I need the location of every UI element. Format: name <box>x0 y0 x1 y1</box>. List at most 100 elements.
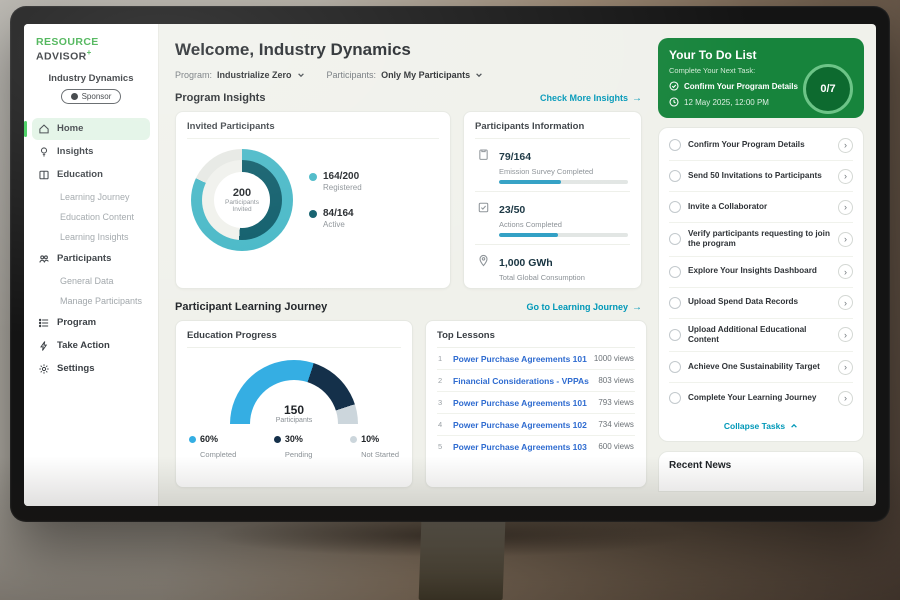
legend-label: Registered <box>323 183 362 192</box>
lesson-link[interactable]: Power Purchase Agreements 101 <box>453 354 587 364</box>
sidebar-item-manage-participants[interactable]: Manage Participants <box>32 291 150 311</box>
settings-icon <box>38 363 50 375</box>
participants-filter-dropdown[interactable]: Participants: Only My Participants <box>327 70 484 80</box>
check-more-insights-link[interactable]: Check More Insights → <box>540 93 642 104</box>
donut-center-label: 200 Participants Invited <box>214 172 270 228</box>
sidebar-item-program[interactable]: Program <box>32 312 150 334</box>
task-row[interactable]: Achieve One Sustainability Target › <box>669 352 853 383</box>
task-checkbox[interactable] <box>669 392 681 404</box>
sidebar-item-learning-insights[interactable]: Learning Insights <box>32 227 150 247</box>
recent-news-heading: Recent News <box>669 460 853 471</box>
sidebar-item-education[interactable]: Education <box>32 164 150 186</box>
todo-next-task-label: Confirm Your Program Details <box>684 82 798 91</box>
task-checkbox[interactable] <box>669 329 681 341</box>
legend-dot-completed <box>189 436 196 443</box>
task-label: Send 50 Invitations to Participants <box>688 171 831 181</box>
sidebar-item-settings[interactable]: Settings <box>32 358 150 380</box>
task-checkbox[interactable] <box>669 139 681 151</box>
task-checkbox[interactable] <box>669 297 681 309</box>
lesson-row: 1 Power Purchase Agreements 101 1000 vie… <box>437 348 635 370</box>
todo-panel: Your To Do List Complete Your Next Task:… <box>652 24 876 506</box>
stat-value: 23/50 <box>499 204 525 216</box>
task-checkbox[interactable] <box>669 361 681 373</box>
chevron-right-icon[interactable]: › <box>838 232 853 247</box>
task-row[interactable]: Verify participants requesting to join t… <box>669 223 853 257</box>
sidebar-item-label: Learning Journey <box>60 192 130 202</box>
card-title: Education Progress <box>187 330 401 348</box>
chevron-right-icon[interactable]: › <box>838 138 853 153</box>
energy-icon <box>477 254 490 267</box>
task-row[interactable]: Upload Additional Educational Content › <box>669 319 853 353</box>
filter-label: Participants: <box>327 70 377 80</box>
legend-label: Active <box>323 220 354 229</box>
sidebar-item-home[interactable]: Home <box>32 118 150 140</box>
task-checkbox[interactable] <box>669 266 681 278</box>
sidebar-item-label: General Data <box>60 276 114 286</box>
sidebar-item-take-action[interactable]: Take Action <box>32 335 150 357</box>
sidebar: RESOURCE ADVISOR+ Industry Dynamics Spon… <box>24 24 159 506</box>
legend-item-active: 84/164 Active <box>309 208 362 229</box>
sidebar-item-general-data[interactable]: General Data <box>32 271 150 291</box>
card-title: Participants Information <box>475 121 630 139</box>
arrow-right-icon: → <box>632 93 642 104</box>
brand-secondary: ADVISOR <box>36 51 87 63</box>
task-row[interactable]: Explore Your Insights Dashboard › <box>669 257 853 288</box>
stat-value: 1,000 GWh <box>499 257 553 269</box>
program-filter-dropdown[interactable]: Program: Industrialize Zero <box>175 70 305 80</box>
task-checkbox[interactable] <box>669 201 681 213</box>
progress-fill <box>499 233 558 237</box>
chevron-down-icon <box>297 71 305 79</box>
task-row[interactable]: Upload Spend Data Records › <box>669 288 853 319</box>
lesson-views: 734 views <box>598 420 634 429</box>
task-label: Achieve One Sustainability Target <box>688 362 831 372</box>
lesson-rank: 2 <box>438 376 446 385</box>
chevron-right-icon[interactable]: › <box>838 264 853 279</box>
chevron-right-icon[interactable]: › <box>838 295 853 310</box>
lesson-link[interactable]: Power Purchase Agreements 102 <box>453 420 591 430</box>
top-lessons-card: Top Lessons 1 Power Purchase Agreements … <box>425 320 647 488</box>
survey-icon <box>477 148 490 161</box>
sidebar-item-participants[interactable]: Participants <box>32 248 150 270</box>
chevron-right-icon[interactable]: › <box>838 360 853 375</box>
task-label: Complete Your Learning Journey <box>688 393 831 403</box>
donut-center-caption: Participants Invited <box>220 199 264 214</box>
sidebar-item-insights[interactable]: Insights <box>32 141 150 163</box>
lesson-link[interactable]: Power Purchase Agreements 103 <box>453 442 591 452</box>
sidebar-item-education-content[interactable]: Education Content <box>32 207 150 227</box>
lesson-link[interactable]: Financial Considerations - VPPAs <box>453 376 591 386</box>
program-icon <box>38 317 50 329</box>
invited-participants-donut: 200 Participants Invited <box>191 149 293 251</box>
gauge-center-caption: Participants <box>230 417 358 424</box>
sidebar-item-label: Education Content <box>60 212 134 222</box>
sidebar-item-label: Take Action <box>57 340 110 351</box>
lesson-views: 600 views <box>598 442 634 451</box>
lesson-rank: 1 <box>438 354 446 363</box>
chevron-right-icon[interactable]: › <box>838 169 853 184</box>
sidebar-item-label: Home <box>57 123 83 134</box>
task-checkbox[interactable] <box>669 233 681 245</box>
task-row[interactable]: Confirm Your Program Details › <box>669 130 853 161</box>
task-row[interactable]: Invite a Collaborator › <box>669 192 853 223</box>
program-insights-heading: Program Insights <box>175 92 265 104</box>
lesson-link[interactable]: Power Purchase Agreements 101 <box>453 398 591 408</box>
legend-label: Not Started <box>361 450 399 459</box>
chevron-right-icon[interactable]: › <box>838 391 853 406</box>
lesson-views: 793 views <box>598 398 634 407</box>
sidebar-item-learning-journey[interactable]: Learning Journey <box>32 187 150 207</box>
collapse-tasks-button[interactable]: Collapse Tasks <box>669 413 853 435</box>
link-label: Go to Learning Journey <box>526 302 628 312</box>
task-row[interactable]: Complete Your Learning Journey › <box>669 383 853 413</box>
sponsor-badge: Sponsor <box>61 89 122 104</box>
legend-label: Completed <box>200 450 236 459</box>
chevron-right-icon[interactable]: › <box>838 200 853 215</box>
gauge-legend: 60% Completed 30% Pending 10% Not Starte… <box>187 424 401 462</box>
lesson-views: 1000 views <box>594 354 634 363</box>
go-to-learning-journey-link[interactable]: Go to Learning Journey → <box>526 302 642 313</box>
legend-item-registered: 164/200 Registered <box>309 171 362 192</box>
lesson-rank: 3 <box>438 398 446 407</box>
task-checkbox[interactable] <box>669 170 681 182</box>
chevron-right-icon[interactable]: › <box>838 327 853 342</box>
legend-value: 10% <box>361 434 379 444</box>
education-icon <box>38 169 50 181</box>
task-row[interactable]: Send 50 Invitations to Participants › <box>669 161 853 192</box>
